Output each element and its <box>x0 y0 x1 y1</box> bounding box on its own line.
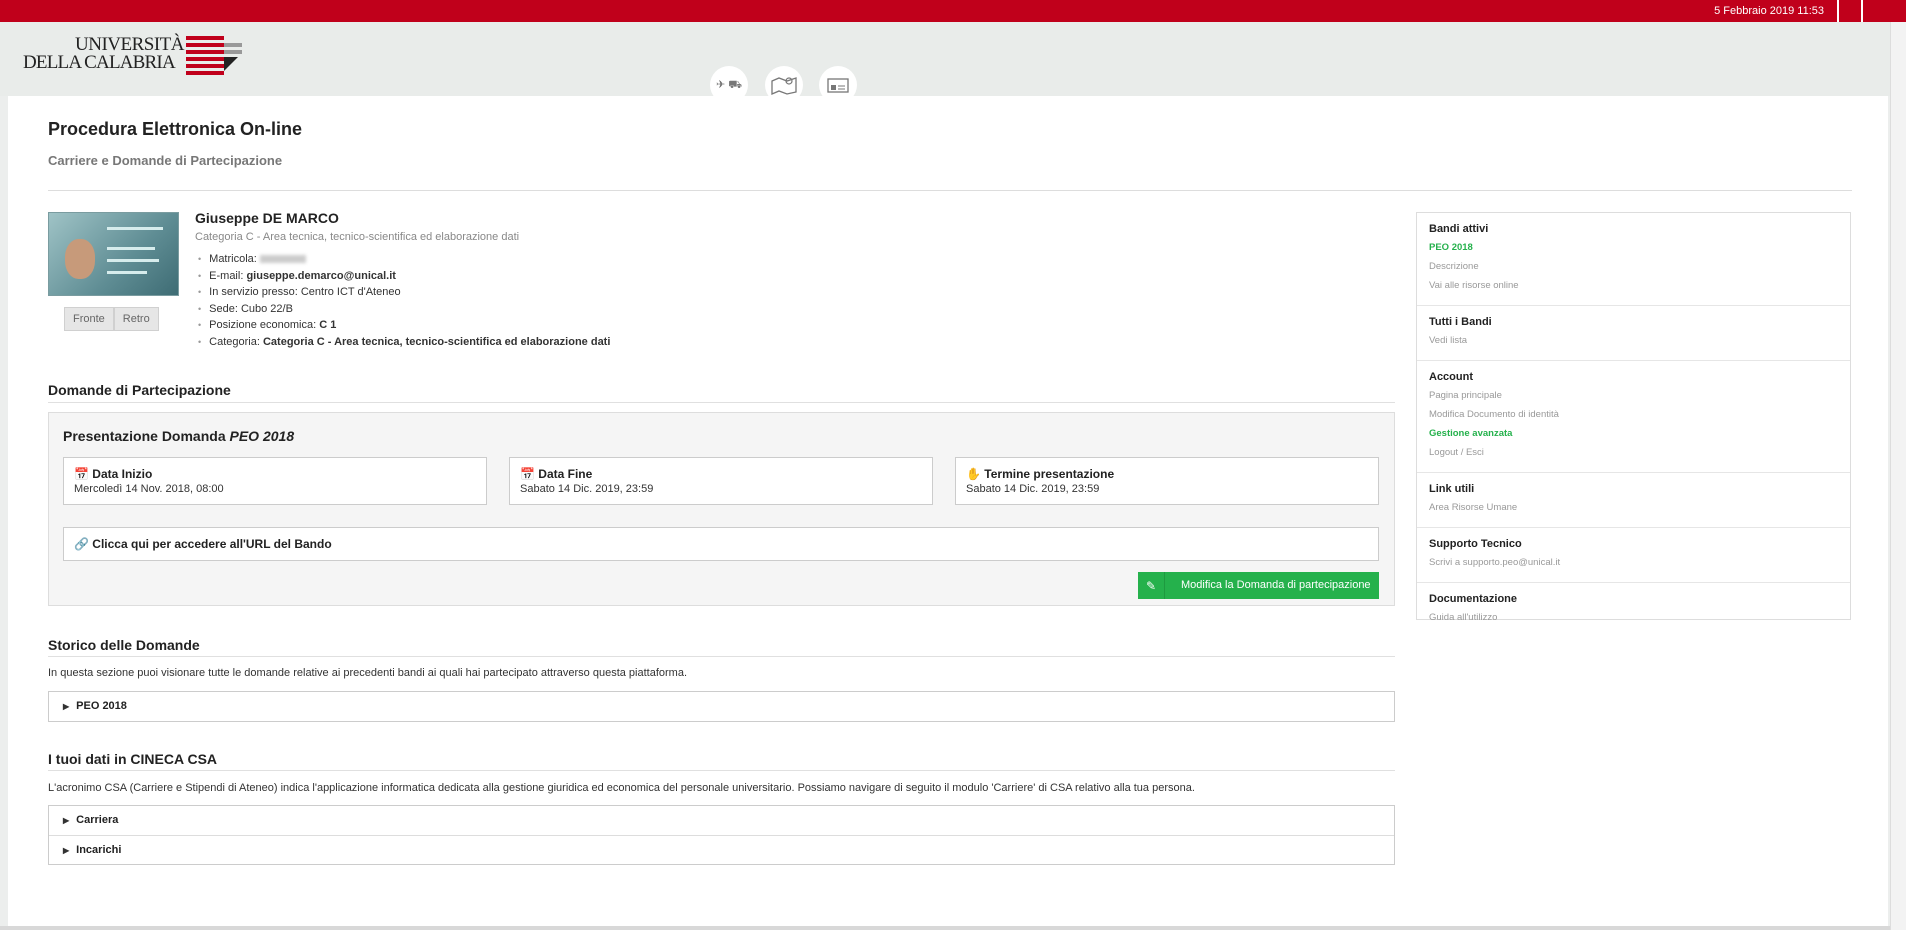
caret-right-icon: ▶ <box>63 702 70 711</box>
sidebar-heading: Account <box>1429 371 1473 383</box>
divider <box>48 656 1395 657</box>
storico-accordion: ▶ PEO 2018 <box>48 691 1395 722</box>
date-end-box: 📅 Data Fine Sabato 14 Dic. 2019, 23:59 <box>509 457 933 505</box>
deadline-label: ✋ Termine presentazione <box>966 467 1115 481</box>
list-item: E-mail: giuseppe.demarco@unical.it <box>198 268 610 285</box>
current-datetime: 5 Febbraio 2019 11:53 <box>1714 5 1824 17</box>
cineca-description: L'acronimo CSA (Carriere e Stipendi di A… <box>48 782 1195 794</box>
page-subtitle: Carriere e Domande di Partecipazione <box>48 153 283 168</box>
top-bar: 5 Febbraio 2019 11:53 <box>0 0 1906 22</box>
id-document-photo[interactable] <box>48 212 179 296</box>
front-button[interactable]: Fronte <box>64 307 114 331</box>
edit-icon: ✎ <box>1138 572 1165 599</box>
site-header: UNIVERSITÀ DELLA CALABRIA <box>0 22 1906 96</box>
deadline-value: Sabato 14 Dic. 2019, 23:59 <box>966 483 1100 495</box>
redacted-value <box>259 255 306 264</box>
sidebar-heading: Link utili <box>1429 483 1475 495</box>
divider <box>48 190 1852 191</box>
section-heading-cineca: I tuoi dati in CINECA CSA <box>48 751 218 767</box>
profile-info-list: Matricola: E-mail: giuseppe.demarco@unic… <box>198 251 610 350</box>
sidebar-link-supporto-email[interactable]: Scrivi a supporto.peo@unical.it <box>1429 557 1838 568</box>
cineca-accordion: ▶ Carriera ▶ Incarichi <box>48 805 1395 865</box>
divider <box>48 402 1395 403</box>
back-button[interactable]: Retro <box>113 307 159 331</box>
topbar-button-1[interactable] <box>1837 0 1855 22</box>
sidebar-link-vedi-lista[interactable]: Vedi lista <box>1429 335 1838 346</box>
email-value: giuseppe.demarco@unical.it <box>246 269 396 282</box>
sidebar-heading: Supporto Tecnico <box>1429 538 1522 550</box>
university-logo[interactable]: UNIVERSITÀ DELLA CALABRIA <box>23 34 263 84</box>
sidebar-group-account: Account Pagina principale Modifica Docum… <box>1417 360 1850 472</box>
sidebar-link-risorse-online[interactable]: Vai alle risorse online <box>1429 280 1838 291</box>
sidebar: Bandi attivi PEO 2018 Descrizione Vai al… <box>1416 212 1851 623</box>
hand-icon: ✋ <box>966 467 981 481</box>
storico-description: In questa sezione puoi visionare tutte l… <box>48 667 688 679</box>
sidebar-link-pagina-principale[interactable]: Pagina principale <box>1429 390 1838 401</box>
edit-application-button[interactable]: ✎ Modifica la Domanda di partecipazione <box>1138 572 1379 599</box>
link-icon: 🔗 <box>74 537 89 551</box>
section-heading-domande: Domande di Partecipazione <box>48 382 231 398</box>
caret-right-icon: ▶ <box>63 846 70 855</box>
accordion-item-incarichi[interactable]: ▶ Incarichi <box>49 835 1394 864</box>
list-item: Sede: Cubo 22/B <box>198 301 610 318</box>
sidebar-link-descrizione[interactable]: Descrizione <box>1429 261 1838 272</box>
sidebar-link-risorse-umane[interactable]: Area Risorse Umane <box>1429 502 1838 513</box>
date-end-value: Sabato 14 Dic. 2019, 23:59 <box>520 483 654 495</box>
sidebar-group-tutti-i-bandi: Tutti i Bandi Vedi lista <box>1417 305 1850 360</box>
divider <box>48 770 1395 771</box>
list-item: In servizio presso: Centro ICT d'Ateneo <box>198 284 610 301</box>
date-start-label: 📅 Data Inizio <box>74 467 153 481</box>
topbar-button-2[interactable] <box>1861 0 1879 22</box>
accordion-item-peo-2018[interactable]: ▶ PEO 2018 <box>49 692 1394 721</box>
sidebar-link-gestione-avanzata[interactable]: Gestione avanzata <box>1429 428 1838 439</box>
deadline-box: ✋ Termine presentazione Sabato 14 Dic. 2… <box>955 457 1379 505</box>
date-end-label: 📅 Data Fine <box>520 467 593 481</box>
sidebar-group-bandi-attivi: Bandi attivi PEO 2018 Descrizione Vai al… <box>1417 213 1850 305</box>
person-category: Categoria C - Area tecnica, tecnico-scie… <box>195 231 520 243</box>
date-start-box: 📅 Data Inizio Mercoledì 14 Nov. 2018, 08… <box>63 457 487 505</box>
sidebar-link-guida[interactable]: Guida all'utilizzo <box>1429 612 1838 623</box>
list-item: Matricola: <box>198 251 610 268</box>
accordion-item-carriera[interactable]: ▶ Carriera <box>49 806 1394 835</box>
photo-side-toggle: Fronte Retro <box>64 307 159 331</box>
list-item: Categoria: Categoria C - Area tecnica, t… <box>198 334 610 351</box>
section-heading-storico: Storico delle Domande <box>48 637 200 653</box>
sidebar-link-peo-2018[interactable]: PEO 2018 <box>1429 242 1838 253</box>
sidebar-link-modifica-documento[interactable]: Modifica Documento di identità <box>1429 409 1838 420</box>
sidebar-heading: Tutti i Bandi <box>1429 316 1492 328</box>
sidebar-group-supporto: Supporto Tecnico Scrivi a supporto.peo@u… <box>1417 527 1850 582</box>
window-bottom-edge <box>0 926 1890 930</box>
sidebar-group-link-utili: Link utili Area Risorse Umane <box>1417 472 1850 527</box>
page-scrollbar[interactable] <box>1890 22 1906 930</box>
calendar-icon: 📅 <box>74 467 89 481</box>
logo-mark <box>186 36 242 75</box>
panel-title: Presentazione Domanda PEO 2018 <box>63 428 295 444</box>
caret-right-icon: ▶ <box>63 816 70 825</box>
sidebar-link-logout[interactable]: Logout / Esci <box>1429 447 1838 458</box>
calendar-icon: 📅 <box>520 467 535 481</box>
date-start-value: Mercoledì 14 Nov. 2018, 08:00 <box>74 483 224 495</box>
person-name: Giuseppe DE MARCO <box>195 210 339 226</box>
logo-line-2: DELLA CALABRIA <box>23 52 176 73</box>
sidebar-heading: Bandi attivi <box>1429 223 1489 235</box>
sidebar-group-documentazione: Documentazione Guida all'utilizzo <box>1417 582 1850 637</box>
list-item: Posizione economica: C 1 <box>198 317 610 334</box>
page-title: Procedura Elettronica On-line <box>48 119 303 139</box>
sidebar-heading: Documentazione <box>1429 593 1518 605</box>
call-url-link[interactable]: 🔗 Clicca qui per accedere all'URL del Ba… <box>63 527 1379 561</box>
